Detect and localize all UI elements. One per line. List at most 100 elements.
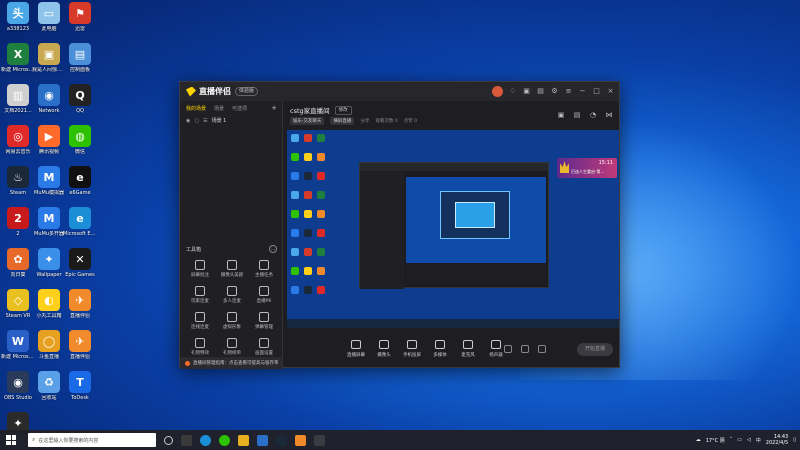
gift-icon[interactable]: ▣ (522, 87, 531, 96)
network-icon[interactable]: ▭ (737, 437, 742, 443)
shop-icon[interactable]: ▤ (573, 111, 581, 120)
taskbar-search[interactable]: ⌕ 在这里输入你要搜索的内容 (28, 433, 156, 447)
add-scene-button[interactable]: + (271, 104, 277, 112)
desktop-icon[interactable]: T ToDesk (63, 371, 97, 401)
desktop-icon[interactable]: ▣ 我是人间惊鸿客 (32, 43, 66, 73)
tool-item[interactable]: 主播任务 (248, 259, 280, 281)
close-icon[interactable]: × (606, 87, 615, 96)
tool-item[interactable]: 连线连麦 (184, 311, 216, 333)
desktop-icon[interactable]: ◉ OBS Studio (1, 371, 35, 401)
desktop-icon[interactable]: ✈ 直播伴侣 (63, 330, 97, 360)
tab-options[interactable]: 可选项 (232, 105, 247, 112)
tool-item[interactable]: 弹幕管理 (248, 311, 280, 333)
desktop-icon[interactable]: 头 a338123 (1, 2, 35, 32)
desktop-icon[interactable]: ◎ 网易云音乐 (1, 125, 35, 155)
camera-toggle-icon[interactable] (504, 345, 512, 353)
desktop-icon[interactable]: Q QQ (63, 84, 97, 114)
tool-item[interactable]: 玩家连麦 (184, 285, 216, 307)
desktop-icon[interactable]: ◍ 微信 (63, 125, 97, 155)
source-button[interactable]: 直播屏幕 (342, 340, 370, 358)
notification-icon[interactable]: ▯ (793, 437, 796, 443)
scene-item[interactable]: ◉ ▢ ☰ 场景 1 (180, 115, 282, 126)
desktop-icon[interactable]: ✈ 直播伴侣 (63, 289, 97, 319)
desktop-icon[interactable]: ✕ Epic Games (63, 248, 97, 278)
volume-icon[interactable]: ◁ (747, 437, 751, 443)
category-pill[interactable]: 娱乐·交友聊天 (290, 117, 325, 125)
start-live-button[interactable]: 开始直播 (577, 343, 613, 356)
desktop-icon[interactable]: ♻ 回收站 (32, 371, 66, 401)
desktop-icon[interactable]: W 新建 Microsoft... (1, 330, 35, 360)
cloud-icon[interactable]: ☁ (696, 437, 701, 443)
menu-icon[interactable]: ≡ (564, 87, 573, 96)
tool-item[interactable]: 摄像头美颜 (216, 259, 248, 281)
desktop-icon[interactable]: ▶ 腾讯视频 (32, 125, 66, 155)
more-icon[interactable]: … (269, 245, 277, 253)
message-icon[interactable]: ▤ (536, 87, 545, 96)
notify-icon[interactable]: ◔ (589, 111, 597, 120)
widgets-icon[interactable] (181, 434, 192, 446)
desktop-icon[interactable]: ▤ 控制面板 (63, 43, 97, 73)
desktop-icon[interactable]: ♨ Steam (1, 166, 35, 196)
desktop-icon[interactable]: ▥ 文档2021... (1, 84, 35, 114)
share-icon[interactable]: ⋈ (605, 111, 613, 120)
tool-item[interactable]: 多人连麦 (216, 285, 248, 307)
chevron-up-icon[interactable]: ˄ (730, 437, 733, 443)
epic-icon[interactable] (314, 434, 325, 446)
tab-scenes[interactable]: 场景 (214, 105, 224, 112)
livestream-icon[interactable] (295, 434, 306, 446)
weather-text[interactable]: 17°C 阴 (706, 437, 725, 444)
share-text[interactable]: 分享 (360, 118, 369, 124)
tool-item[interactable]: 礼物特效 (184, 337, 216, 359)
desktop-icon[interactable]: ◉ Network (32, 84, 66, 114)
orientation-pill[interactable]: 横屏直播 (330, 117, 355, 125)
store-icon[interactable] (257, 434, 268, 446)
desktop-icon[interactable]: e Microsoft Edge (63, 207, 97, 237)
windows-start-icon[interactable] (6, 435, 16, 445)
minimize-icon[interactable]: − (578, 87, 587, 96)
desktop-icon[interactable]: ⚑ 迅雷 (63, 2, 97, 32)
edit-title-button[interactable]: 修改 (334, 105, 352, 115)
desktop-icon[interactable]: ◇ Steam VR (1, 289, 35, 319)
shirt-icon[interactable]: ♢ (508, 87, 517, 96)
explorer-icon[interactable] (238, 434, 249, 446)
desktop-icon[interactable]: X 新建 Microsoft... (1, 43, 35, 73)
ime-icon[interactable]: 中 (756, 437, 761, 444)
settings-icon[interactable]: ⚙ (550, 87, 559, 96)
desktop-icon[interactable]: ✦ Wallpaper (32, 248, 66, 278)
desktop-icon[interactable]: M MuMu模拟器 (32, 166, 66, 196)
source-button[interactable]: 手机投屏 (398, 340, 426, 358)
tool-item[interactable]: 画面设置 (248, 337, 280, 359)
source-button[interactable]: 麦克风 (454, 340, 482, 358)
desktop-icon[interactable]: ▭ 此电脑 (32, 2, 66, 32)
desktop-icon[interactable]: ◯ 斗鱼直播 (32, 330, 66, 360)
record-icon[interactable] (521, 345, 529, 353)
desktop-icon[interactable]: e e6Game (63, 166, 97, 196)
tool-item[interactable]: 虚拟形象 (216, 311, 248, 333)
notice-bar[interactable]: 直播间管理指南：点击查看可提高与留存率 (180, 357, 282, 369)
edge-icon[interactable] (200, 434, 211, 446)
lock-icon[interactable]: ▢ (194, 118, 199, 124)
desktop-icon[interactable]: ◐ 小丸工具箱 (32, 289, 66, 319)
steam-icon[interactable] (276, 434, 287, 446)
live-card[interactable]: 15:11 巴迪人生重启-第... (557, 158, 617, 178)
clock[interactable]: 14:43 2022/4/5 (766, 434, 788, 446)
livestream-app-window[interactable]: 直播伴侣 体验版 ♢ ▣ ▤ ⚙ ≡ − □ × 我的场景 场景 可选项 + ◉… (179, 81, 620, 369)
maximize-icon[interactable]: □ (592, 87, 601, 96)
tool-item[interactable]: 礼物榜单 (216, 337, 248, 359)
eye-icon[interactable]: ◉ (186, 118, 190, 124)
tool-item[interactable]: 直播PK (248, 285, 280, 307)
tool-item[interactable]: 屏幕批注 (184, 259, 216, 281)
desktop-icon[interactable]: ✿ 向日葵 (1, 248, 35, 278)
task-view-icon[interactable] (164, 435, 173, 445)
avatar[interactable] (492, 86, 503, 97)
app-titlebar[interactable]: 直播伴侣 体验版 ♢ ▣ ▤ ⚙ ≡ − □ × (180, 82, 619, 101)
gear-icon[interactable] (538, 345, 546, 353)
source-button[interactable]: 多媒体 (426, 340, 454, 358)
stream-preview[interactable]: 15:11 巴迪人生重启-第... (287, 130, 619, 328)
tab-my-scenes[interactable]: 我的场景 (186, 105, 206, 112)
desktop-icon[interactable]: M MuMu多开器 (32, 207, 66, 237)
desktop-icon[interactable]: 22 (1, 207, 35, 237)
gift-box-icon[interactable]: ▣ (557, 111, 565, 120)
wechat-icon[interactable] (219, 434, 230, 446)
source-button[interactable]: 摄像头 (370, 340, 398, 358)
